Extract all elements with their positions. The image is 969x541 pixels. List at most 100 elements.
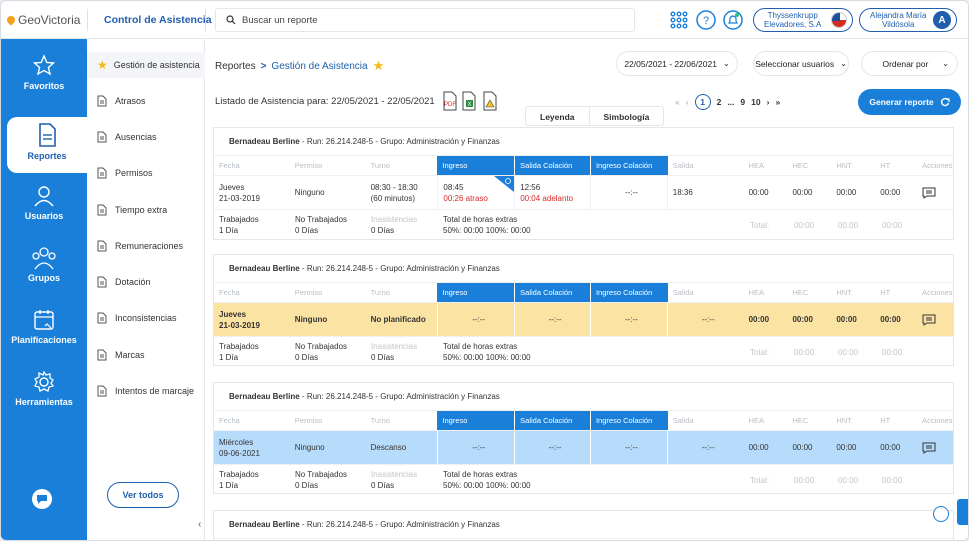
col-ingreso-colacion: Ingreso Colación [589,411,668,430]
page-9[interactable]: 9 [740,97,745,107]
col-permiso: Permiso [294,288,323,297]
tab-leyenda[interactable]: Leyenda [526,107,589,125]
chat-support-button[interactable] [32,489,52,509]
col-ht: HT [880,161,891,170]
employee-card: Bernadeau Berline - Run: 26.214.248-5 - … [213,254,954,366]
employee-name: Bernadeau Berline [229,137,300,146]
col-acciones: Acciones [922,161,953,170]
comment-icon[interactable] [922,442,936,454]
logo[interactable]: GeoVictoria [5,13,80,27]
svg-text:PDF: PDF [444,102,456,108]
help-icon[interactable]: ? [695,9,717,31]
page-2[interactable]: 2 [717,97,722,107]
subnav-label: Permisos [115,168,153,178]
employee-name: Bernadeau Berline [229,520,300,529]
search-box[interactable]: Buscar un reporte [215,8,635,32]
col-ingreso: Ingreso [437,411,515,430]
breadcrumb-root[interactable]: Reportes [215,61,256,72]
subnav-dotacion[interactable]: Dotación [97,276,151,288]
comment-icon[interactable] [922,187,936,199]
col-ingreso-colacion: Ingreso Colación [589,283,668,302]
cell-salida: 18:36 [672,188,693,197]
cell-ingreso[interactable]: 08:45 00:26 atraso [437,176,515,209]
user-line2: Vildósola [882,20,915,29]
subnav-atrasos[interactable]: Atrasos [97,95,146,107]
trabajados-label: Trabajados [219,215,259,224]
employee-name: Bernadeau Berline [229,392,300,401]
summary-extras: Total de horas extras 50%: 00:00 100%: 00… [438,465,745,493]
refresh-icon [940,97,950,107]
col-hec: HEC [792,161,809,170]
user-select-dropdown[interactable]: Seleccionar usuarios ⌄ [753,51,849,76]
favorite-star-icon[interactable]: ★ [373,58,385,74]
trabajados-value: 1 Día [219,226,239,235]
legend-tabs: Leyenda Simbología [525,106,665,126]
nav-favoritos[interactable]: Favoritos [1,53,87,109]
subnav-remuneraciones[interactable]: Remuneraciones [97,240,183,252]
subnav-label: Gestión de asistencia [113,60,200,70]
subnav-label: Ausencias [115,132,157,142]
prev-page-button[interactable]: ‹ [686,97,689,107]
user-menu[interactable]: Alejandra María Vildósola A [859,8,957,32]
groups-icon [32,247,56,270]
nav-grupos[interactable]: Grupos [1,245,87,301]
total-1: 00:00 [794,476,815,485]
module-title[interactable]: Control de Asistencia [104,14,212,26]
apps-grid-icon[interactable] [668,9,690,31]
col-hea: HEA [748,161,764,170]
summary-no-trabajados: No Trabajados 0 Días [290,337,366,365]
avatar: A [933,11,951,29]
last-page-button[interactable]: » [775,97,780,107]
subnav-permisos[interactable]: Permisos [97,167,153,179]
nav-planificaciones[interactable]: Planificaciones [1,307,87,363]
users-icon [34,186,54,207]
subnav-inconsistencias[interactable]: Inconsistencias [97,312,177,324]
report-icon [39,123,56,147]
first-page-button[interactable]: « [675,97,680,107]
cell-turno: No planificado [370,315,426,324]
page-1[interactable]: 1 [694,94,711,110]
cell-salida-colacion: 12:56 00:04 adelanto [514,176,590,209]
nav-usuarios[interactable]: Usuarios [1,183,87,239]
next-page-button[interactable]: › [767,97,770,107]
subnav-marcas[interactable]: Marcas [97,349,145,361]
ver-todos-button[interactable]: Ver todos [107,482,179,508]
extras-value: 50%: 00:00 100%: 00:00 [443,226,531,235]
subnav-tiempo-extra[interactable]: Tiempo extra [97,204,167,216]
warning-export-icon[interactable] [481,91,499,111]
total-1: 00:00 [794,221,815,230]
subnav-ausencias[interactable]: Ausencias [97,131,157,143]
collapse-sidebar-icon[interactable]: ‹ [198,519,201,530]
total-label: Total: [750,476,770,485]
company-line2: Elevadores, S.A [764,20,822,29]
search-placeholder: Buscar un reporte [242,14,318,26]
company-selector[interactable]: Thyssenkrupp Elevadores, S.A [753,8,853,32]
nav-herramientas[interactable]: Herramientas [1,369,87,425]
document-icon [97,385,107,397]
excel-export-icon[interactable]: X [460,91,478,111]
nav-label: Favoritos [23,81,65,91]
subnav-intentos-marcaje[interactable]: Intentos de marcaje [97,385,194,397]
nav-reportes[interactable]: Reportes [7,117,87,173]
star-icon [32,54,56,76]
comment-icon[interactable] [922,314,936,326]
divider [87,9,88,31]
date-range-dropdown[interactable]: 22/05/2021 - 22/06/2021 ⌄ [616,51,738,76]
inasist-value: 0 Días [371,353,395,362]
page-10[interactable]: 10 [751,97,760,107]
cell-ingreso-colacion: --:-- [589,431,668,464]
pdf-export-icon[interactable]: PDF [441,91,459,111]
col-hnt: HNT [836,416,852,425]
order-dropdown[interactable]: Ordenar por ⌄ [861,51,958,76]
subnav-gestion-asistencia[interactable]: ★ Gestión de asistencia [87,52,205,78]
notifications-bell-icon[interactable] [722,9,744,31]
turno-hours: 08:30 - 18:30 [370,182,418,192]
user-name: Alejandra María Vildósola [870,11,926,29]
side-panel-handle[interactable] [957,499,968,525]
tab-simbologia[interactable]: Simbología [588,107,664,125]
generate-report-button[interactable]: Generar reporte [858,89,961,115]
timer-icon[interactable] [933,506,949,522]
col-ht: HT [880,416,891,425]
total-label: Total: [750,348,770,357]
subnav-label: Atrasos [115,96,146,106]
